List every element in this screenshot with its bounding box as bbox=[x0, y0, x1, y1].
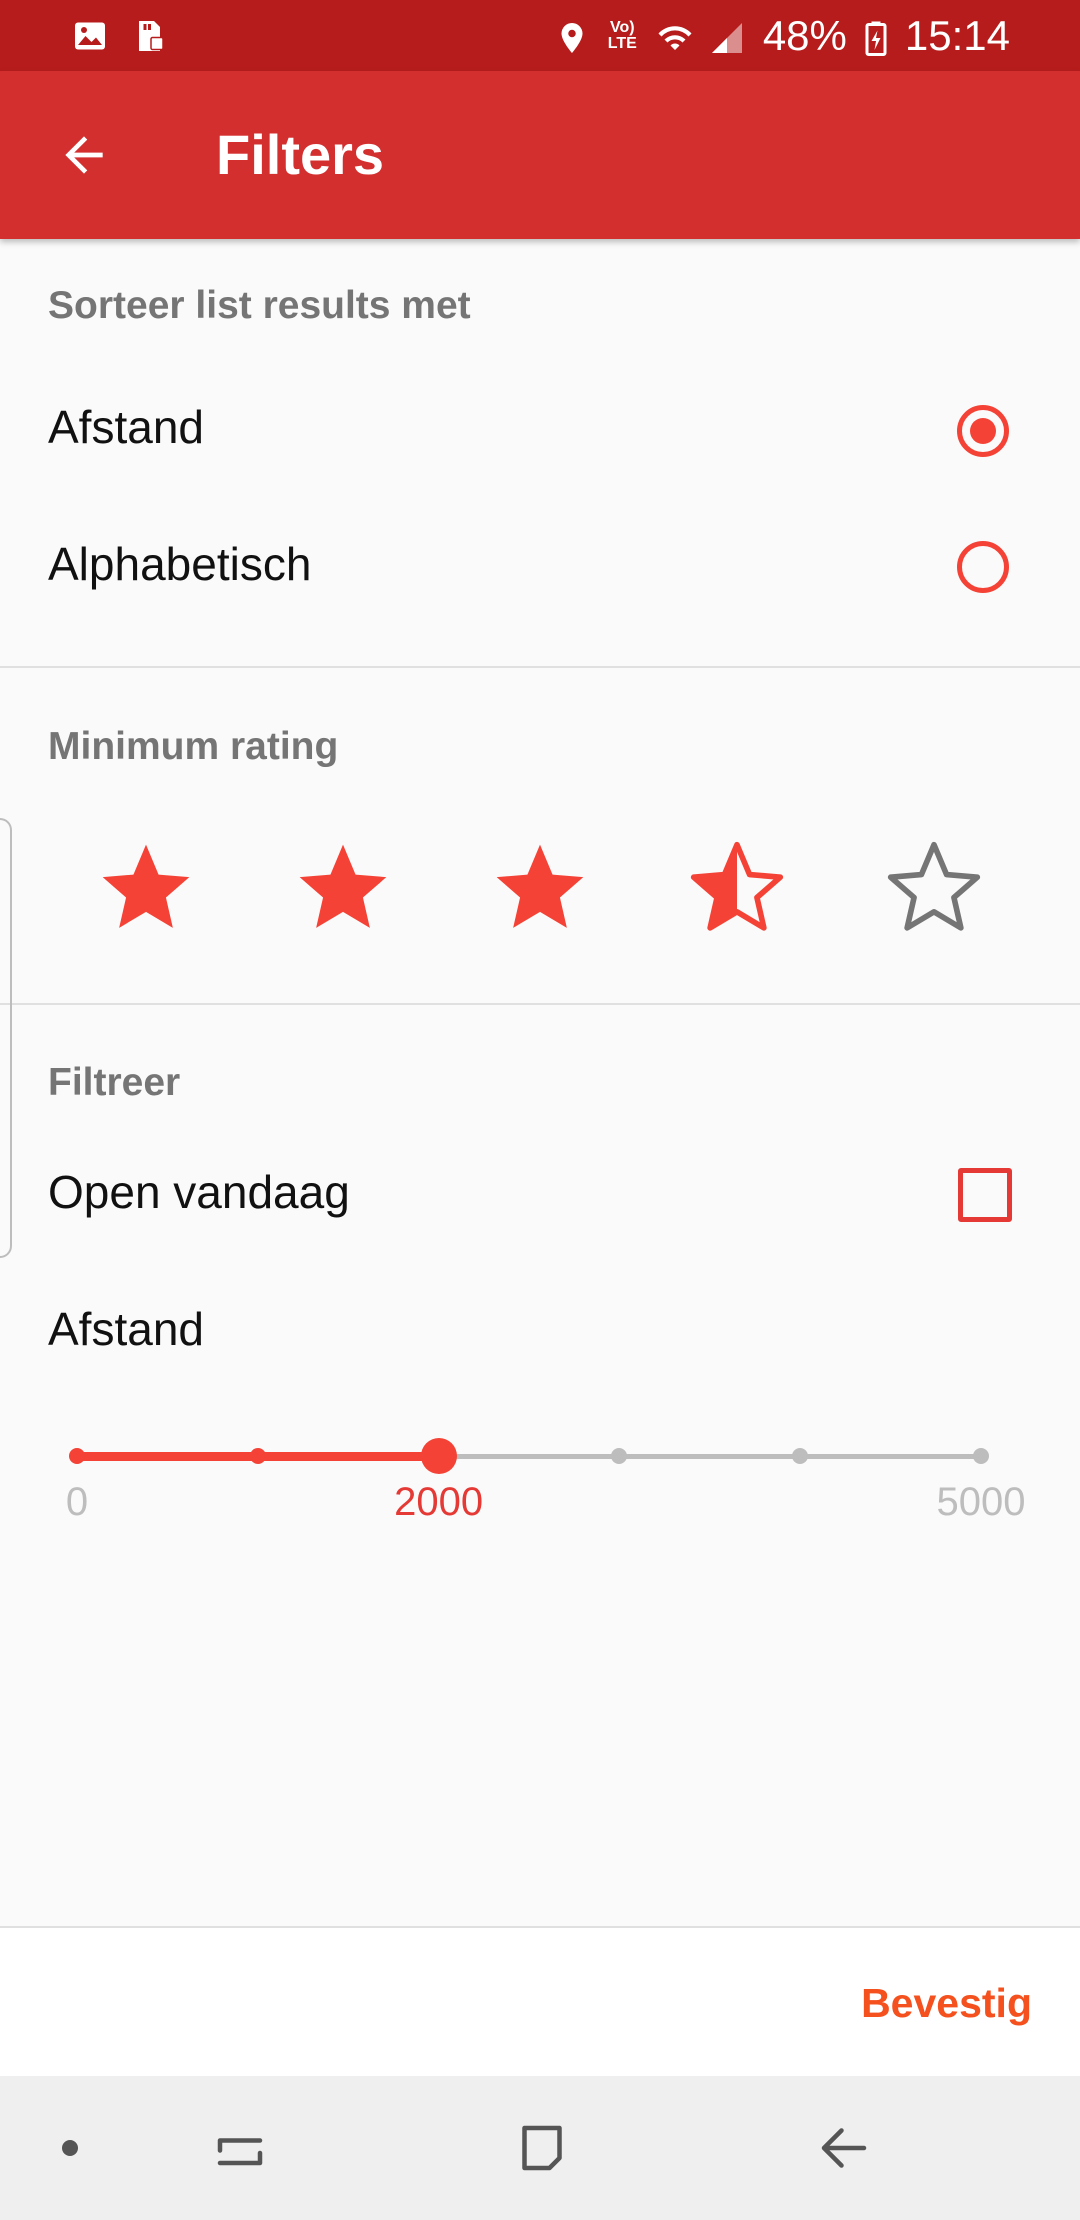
star-half-icon[interactable] bbox=[685, 836, 789, 940]
wifi-icon bbox=[655, 18, 692, 54]
radio-button[interactable] bbox=[957, 541, 1009, 593]
status-bar: Vo) LTE 48% 15:14 bbox=[0, 0, 1080, 71]
bottom-bar: Bevestig bbox=[0, 1926, 1080, 2078]
sort-option-label: Afstand bbox=[48, 401, 204, 453]
open-today-checkbox[interactable] bbox=[958, 1168, 1012, 1222]
slider-tick bbox=[973, 1448, 989, 1464]
app-bar: Filters bbox=[0, 71, 1080, 239]
home-icon[interactable] bbox=[500, 2106, 584, 2190]
sort-section-title: Sorteer list results met bbox=[48, 284, 471, 327]
star-outline-icon[interactable] bbox=[882, 836, 986, 940]
open-today-label: Open vandaag bbox=[48, 1166, 350, 1218]
slider-tick bbox=[249, 1448, 266, 1464]
status-right: Vo) LTE 48% 15:14 bbox=[554, 12, 1010, 60]
slider-tick bbox=[611, 1448, 628, 1464]
back-button[interactable] bbox=[36, 113, 132, 197]
slider-min-label: 0 bbox=[65, 1480, 89, 1524]
volte-icon: Vo) LTE bbox=[607, 18, 637, 52]
clock: 15:14 bbox=[904, 11, 1010, 59]
slider-thumb[interactable] bbox=[420, 1438, 457, 1474]
back-icon[interactable] bbox=[802, 2106, 886, 2190]
sort-option-label: Alphabetisch bbox=[48, 538, 312, 590]
image-icon bbox=[72, 18, 108, 54]
divider bbox=[0, 666, 1080, 668]
arrow-back-icon bbox=[65, 136, 103, 174]
status-left bbox=[72, 18, 166, 54]
sd-card-icon bbox=[130, 18, 166, 54]
battery-icon bbox=[865, 18, 887, 56]
rating-section-title: Minimum rating bbox=[48, 725, 339, 768]
signal-icon bbox=[709, 18, 745, 54]
slider-tick bbox=[69, 1448, 85, 1464]
slider-max-label: 5000 bbox=[936, 1480, 1026, 1524]
recent-apps-icon[interactable] bbox=[198, 2106, 282, 2190]
navigation-bar bbox=[0, 2076, 1080, 2220]
confirm-button[interactable]: Bevestig bbox=[861, 1980, 1032, 2027]
star-icon[interactable] bbox=[291, 836, 395, 940]
radio-button[interactable] bbox=[957, 405, 1009, 457]
star-icon[interactable] bbox=[488, 836, 592, 940]
location-icon bbox=[554, 18, 590, 54]
slider-tick bbox=[792, 1448, 809, 1464]
battery-percent: 48% bbox=[762, 11, 847, 59]
filter-section-title: Filtreer bbox=[48, 1061, 181, 1104]
edge-panel-handle[interactable] bbox=[0, 818, 12, 1258]
distance-label: Afstand bbox=[48, 1303, 204, 1355]
dot-icon[interactable] bbox=[28, 2106, 112, 2190]
radio-selected-dot bbox=[970, 418, 996, 444]
star-icon[interactable] bbox=[94, 836, 198, 940]
divider bbox=[0, 1003, 1080, 1005]
page-title: Filters bbox=[216, 123, 385, 186]
slider-value-label: 2000 bbox=[394, 1480, 484, 1524]
